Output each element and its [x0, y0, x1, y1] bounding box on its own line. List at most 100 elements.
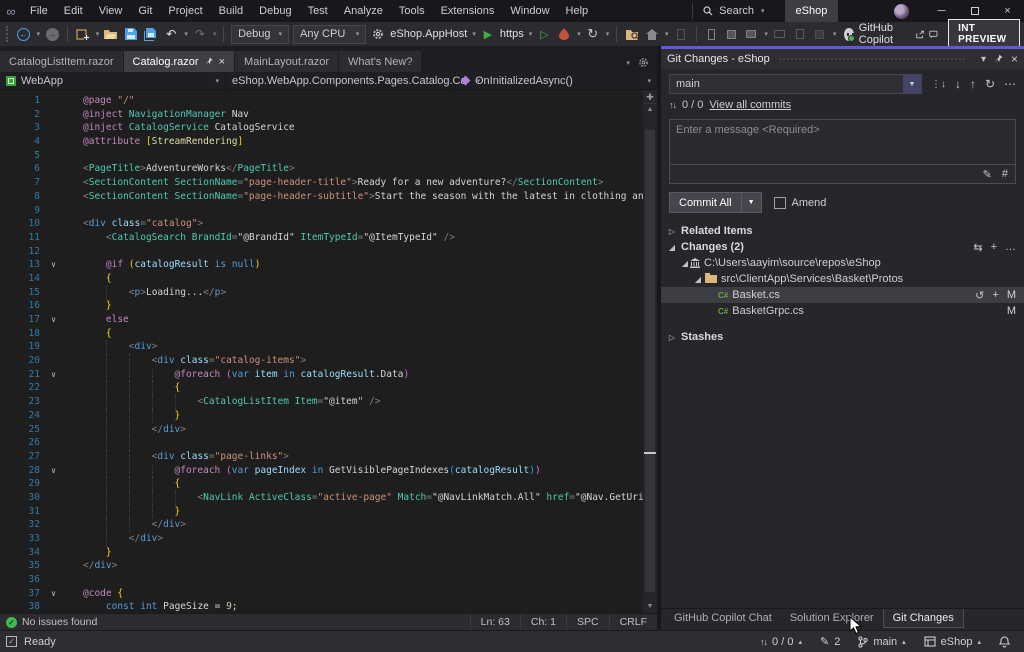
insert-issue-icon[interactable]: #: [1002, 168, 1008, 180]
code-line[interactable]: 2@inject NavigationManager Nav: [0, 108, 657, 122]
fetch-button[interactable]: ⋮↓: [931, 79, 946, 90]
launch-profile-caret-icon[interactable]: ▾: [529, 30, 533, 38]
menu-tools[interactable]: Tools: [391, 0, 433, 22]
code-line[interactable]: 29 {: [0, 477, 657, 491]
stage-file-icon[interactable]: +: [992, 289, 998, 301]
pull-button[interactable]: ↓: [955, 77, 961, 91]
menu-analyze[interactable]: Analyze: [336, 0, 391, 22]
tab-mainlayout-razor[interactable]: MainLayout.razor: [235, 51, 338, 72]
device-phone-icon[interactable]: [703, 24, 719, 44]
restart-caret-icon[interactable]: ▾: [606, 30, 610, 38]
view-all-commits-link[interactable]: View all commits: [709, 99, 791, 111]
expanded-twisty-icon[interactable]: ◢: [693, 275, 703, 284]
launch-profile-label[interactable]: https: [500, 28, 524, 40]
code-line[interactable]: 3@inject CatalogService CatalogService: [0, 121, 657, 135]
menu-build[interactable]: Build: [211, 0, 251, 22]
hot-reload-button[interactable]: [556, 24, 572, 44]
code-line[interactable]: 9: [0, 204, 657, 218]
commit-message-box[interactable]: Enter a message <Required> ✎ #: [669, 119, 1016, 184]
more-actions-icon[interactable]: …: [1005, 241, 1016, 253]
code-line[interactable]: 1@page "/": [0, 94, 657, 108]
undo-button[interactable]: ↶: [163, 24, 179, 44]
git-more-actions-button[interactable]: ⋯: [1004, 77, 1016, 91]
menu-project[interactable]: Project: [160, 0, 210, 22]
new-project-button[interactable]: [75, 24, 91, 44]
commit-all-button[interactable]: Commit All ▼: [669, 192, 762, 213]
panel-tab-solution-explorer[interactable]: Solution Explorer: [781, 609, 883, 627]
stage-all-icon[interactable]: +: [991, 241, 997, 253]
tab-options-gear-icon[interactable]: [638, 57, 649, 68]
sync-status-button[interactable]: ↑↓ 0 / 0 ▴: [760, 636, 802, 648]
git-tree-item-c-users-aayim-source-repos-eshop[interactable]: ◢C:\Users\aayim\source\repos\eShop: [661, 255, 1024, 271]
code-line[interactable]: 4@attribute [StreamRendering]: [0, 135, 657, 149]
commit-message-input[interactable]: Enter a message <Required>: [670, 120, 1015, 164]
platform-dropdown[interactable]: Any CPU▾: [293, 25, 366, 44]
copilot-share-icon[interactable]: [916, 29, 925, 40]
fold-chevron-icon[interactable]: ∨: [44, 313, 63, 327]
git-tree-item-basketgrpc-cs[interactable]: C#BasketGrpc.csM: [661, 303, 1024, 319]
panel-close-icon[interactable]: ×: [1011, 52, 1018, 66]
tab-what-s-new-[interactable]: What's New?: [339, 51, 421, 72]
git-tree-item-basket-cs[interactable]: C#Basket.cs↺+M: [661, 287, 1024, 303]
navigate-back-button[interactable]: ←: [16, 24, 32, 44]
editor-vertical-scrollbar[interactable]: ✚ ▲ ▼: [643, 90, 657, 613]
menu-help[interactable]: Help: [558, 0, 597, 22]
amend-option[interactable]: Amend: [774, 197, 827, 209]
menu-debug[interactable]: Debug: [251, 0, 299, 22]
code-line[interactable]: 17∨ else: [0, 313, 657, 327]
code-line[interactable]: 15 <p>Loading...</p>: [0, 286, 657, 300]
tab-catalog-razor[interactable]: Catalog.razor×: [124, 51, 234, 72]
git-section-changes-2-[interactable]: ◢Changes (2)⇆+…: [661, 239, 1024, 255]
code-line[interactable]: 30 <NavLink ActiveClass="active-page" Ma…: [0, 491, 657, 505]
code-line[interactable]: 22 {: [0, 381, 657, 395]
code-line[interactable]: 16 }: [0, 299, 657, 313]
scrollbar-thumb[interactable]: [645, 130, 655, 592]
panel-tab-git-changes[interactable]: Git Changes: [883, 609, 964, 628]
code-line[interactable]: 23 <CatalogListItem Item="@item" />: [0, 395, 657, 409]
code-line[interactable]: 25 </div>: [0, 423, 657, 437]
git-section-stashes[interactable]: ▷Stashes: [661, 329, 1024, 345]
copilot-chat-icon[interactable]: [929, 29, 938, 40]
navigate-back-caret-icon[interactable]: ▾: [37, 30, 41, 38]
column-indicator[interactable]: Ch: 1: [520, 614, 566, 630]
code-line[interactable]: 5: [0, 149, 657, 163]
collapsed-twisty-icon[interactable]: ▷: [667, 333, 677, 342]
line-indicator[interactable]: Ln: 63: [470, 614, 520, 630]
repo-status-button[interactable]: eShop ▴: [924, 636, 981, 648]
menu-view[interactable]: View: [91, 0, 131, 22]
fold-chevron-icon[interactable]: ∨: [44, 464, 63, 478]
branch-status-button[interactable]: main ▴: [858, 636, 905, 648]
code-line[interactable]: 24 }: [0, 409, 657, 423]
code-line[interactable]: 27 <div class="page-links">: [0, 450, 657, 464]
code-line[interactable]: 37∨@code {: [0, 587, 657, 601]
menu-edit[interactable]: Edit: [56, 0, 91, 22]
hot-reload-caret-icon[interactable]: ▾: [577, 30, 581, 38]
code-line[interactable]: 19 <div>: [0, 340, 657, 354]
open-folder-button[interactable]: [103, 24, 119, 44]
code-line[interactable]: 21∨ @foreach (var item in catalogResult.…: [0, 368, 657, 382]
device-tablet-icon[interactable]: [792, 24, 808, 44]
tab-pin-icon[interactable]: [205, 57, 213, 66]
device-group-caret-icon[interactable]: ▾: [833, 30, 837, 38]
panel-options-caret-icon[interactable]: ▾: [981, 54, 986, 65]
pin-icon[interactable]: [994, 54, 1003, 64]
save-button[interactable]: [123, 24, 139, 44]
undo-caret-icon[interactable]: ▾: [184, 30, 188, 38]
code-line[interactable]: 20 <div class="catalog-items">: [0, 354, 657, 368]
solution-home-caret-icon[interactable]: ▾: [665, 30, 669, 38]
code-line[interactable]: 13∨ @if (catalogResult is null): [0, 258, 657, 272]
sync-button[interactable]: ↻: [985, 77, 995, 91]
search-box[interactable]: Search ▾: [692, 3, 774, 19]
start-debugging-button[interactable]: ▶: [480, 24, 496, 44]
scroll-up-icon[interactable]: ▲: [643, 104, 657, 116]
eol-indicator[interactable]: CRLF: [609, 614, 657, 630]
github-copilot-button[interactable]: GitHub Copilot: [844, 22, 938, 46]
configuration-dropdown[interactable]: Debug▾: [231, 25, 289, 44]
code-line[interactable]: 38 const int PageSize = 9;: [0, 600, 657, 613]
device-browser-icon[interactable]: [812, 24, 828, 44]
pending-edits-button[interactable]: ✎ 2: [820, 635, 840, 648]
device-caret-icon[interactable]: ▾: [764, 30, 768, 38]
expanded-twisty-icon[interactable]: ◢: [680, 259, 690, 268]
notifications-bell-icon[interactable]: [999, 636, 1010, 648]
editor-split-handle[interactable]: ✚: [643, 90, 657, 104]
